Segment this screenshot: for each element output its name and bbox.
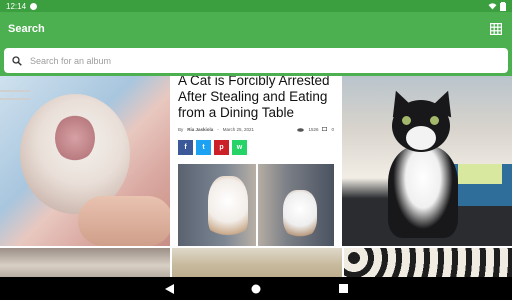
search-container — [0, 46, 512, 76]
status-icons — [488, 1, 506, 11]
kitten-body — [388, 146, 458, 238]
pinterest-share-button[interactable]: p — [214, 140, 229, 155]
tweezer-shape — [0, 90, 30, 92]
facebook-icon: f — [184, 144, 187, 151]
page-title: Search — [8, 23, 45, 35]
battery-icon — [500, 1, 506, 11]
recents-square-icon — [338, 284, 348, 293]
home-button[interactable] — [250, 283, 262, 295]
app-screen: 12:14 Search Search for an album A Cat i… — [0, 0, 512, 300]
whatsapp-share-button[interactable]: w — [232, 140, 247, 155]
article-date: March 25, 2021 — [222, 127, 255, 132]
facebook-share-button[interactable]: f — [178, 140, 193, 155]
status-bar: 12:14 — [0, 0, 512, 12]
system-nav-bar — [0, 277, 512, 300]
album-tile-row2-right[interactable] — [344, 248, 512, 277]
album-tile-row2-left[interactable] — [0, 248, 170, 277]
notification-icon — [30, 2, 38, 10]
eye-icon — [297, 127, 305, 132]
home-circle-icon — [251, 284, 261, 293]
status-time: 12:14 — [6, 1, 27, 11]
kitten-eye-left — [402, 116, 411, 125]
article-views: 1526 — [308, 127, 319, 132]
album-tile-row2-middle[interactable] — [172, 248, 342, 277]
twitter-icon: t — [202, 144, 205, 151]
comment-icon — [322, 127, 328, 132]
tweezer-shape-2 — [0, 98, 30, 100]
article-photo — [178, 164, 334, 246]
back-button[interactable] — [163, 283, 175, 295]
article-comments: 0 — [331, 127, 334, 132]
article-meta: By Ria Jaskiola - March 25, 2021 1526 0 — [178, 127, 334, 132]
album-grid[interactable]: A Cat is Forcibly Arrested After Stealin… — [0, 76, 512, 277]
article-author: Ria Jaskiola — [187, 127, 214, 132]
finger-shape — [78, 196, 170, 246]
share-buttons: f t p w — [178, 140, 334, 155]
album-tile-kitten-photo[interactable] — [342, 76, 512, 246]
paw-pad-shape — [55, 114, 95, 162]
whatsapp-icon: w — [236, 144, 243, 151]
back-triangle-icon — [164, 283, 174, 294]
article-headline: A Cat is Forcibly Arrested After Stealin… — [178, 76, 330, 120]
wifi-icon — [488, 3, 497, 10]
cat-photo-left — [208, 176, 248, 238]
grid-view-button[interactable] — [488, 21, 504, 37]
album-tile-paw-photo[interactable] — [0, 76, 170, 246]
search-icon — [12, 55, 22, 66]
grid-view-icon — [490, 23, 502, 35]
recents-button[interactable] — [337, 283, 349, 295]
twitter-share-button[interactable]: t — [196, 140, 211, 155]
kitten-eye-right — [430, 116, 439, 125]
search-box[interactable] — [4, 48, 508, 73]
search-input[interactable] — [30, 55, 500, 66]
app-bar: Search — [0, 12, 512, 46]
pinterest-icon: p — [219, 144, 224, 151]
album-tile-article[interactable]: A Cat is Forcibly Arrested After Stealin… — [170, 76, 342, 246]
sticky-notes-shape — [458, 164, 502, 184]
kitten-muzzle — [406, 126, 436, 150]
kitten-shape — [384, 86, 464, 240]
cat-photo-right — [283, 190, 317, 238]
photo-divider — [256, 164, 258, 246]
